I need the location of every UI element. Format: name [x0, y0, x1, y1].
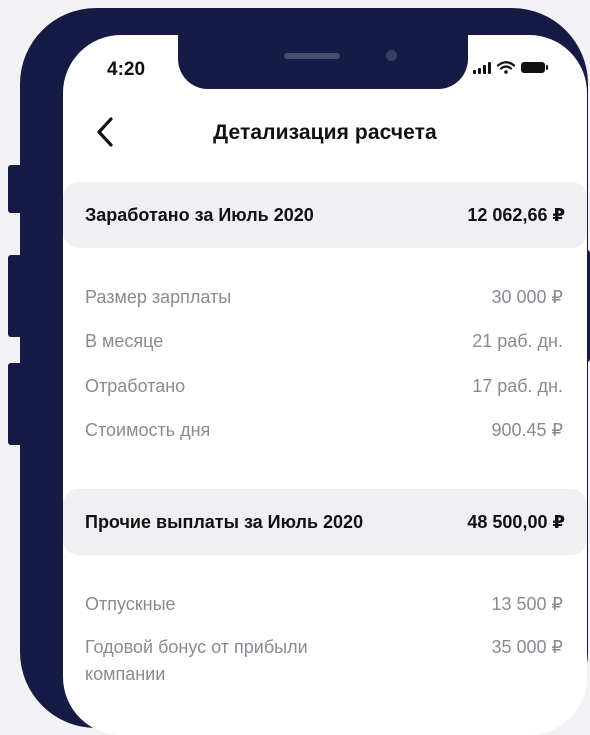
phone-screen: 4:20 Детализация расчета Заработано за И… — [63, 35, 587, 735]
row-label: В месяце — [85, 331, 164, 351]
list-item: Стоимость дня 900.45 ₽ — [85, 417, 563, 444]
row-value: 900.45 ₽ — [491, 420, 563, 440]
row-label: Годовой бонус от прибыли компании — [85, 637, 308, 684]
battery-icon — [521, 62, 548, 73]
row-value: 17 раб. дн. — [472, 376, 563, 396]
row-label: Отработано — [85, 376, 186, 396]
list-item: Размер зарплаты 30 000 ₽ — [85, 284, 563, 311]
front-camera — [386, 50, 397, 61]
row-value: 21 раб. дн. — [472, 331, 563, 351]
other-payments-title: Прочие выплаты за Июль 2020 — [85, 511, 364, 532]
list-item: Отпускные 13 500 ₽ — [85, 591, 563, 618]
row-value: 30 000 ₽ — [491, 287, 563, 307]
wifi-icon — [497, 61, 515, 74]
nav-bar: Детализация расчета — [63, 113, 587, 153]
page-title: Детализация расчета — [213, 121, 437, 144]
earned-section-header: Заработано за Июль 2020 12 062,66 ₽ — [63, 182, 587, 248]
earned-amount: 12 062,66 ₽ — [467, 204, 565, 225]
list-item: Годовой бонус от прибыли компании 35 000… — [85, 634, 563, 688]
list-item: Отработано 17 раб. дн. — [85, 373, 563, 400]
other-payments-amount: 48 500,00 ₽ — [467, 511, 565, 532]
list-item: В месяце 21 раб. дн. — [85, 328, 563, 355]
row-label: Размер зарплаты — [85, 287, 232, 307]
other-payments-section-header: Прочие выплаты за Июль 2020 48 500,00 ₽ — [63, 489, 587, 555]
row-value: 35 000 ₽ — [491, 637, 563, 657]
phone-frame: 4:20 Детализация расчета Заработано за И… — [20, 8, 588, 735]
row-value: 13 500 ₽ — [491, 594, 563, 614]
speaker — [284, 53, 340, 59]
status-time: 4:20 — [107, 59, 146, 80]
row-label: Стоимость дня — [85, 420, 211, 440]
row-label: Отпускные — [85, 594, 176, 614]
signal-icon — [473, 61, 491, 74]
earned-title: Заработано за Июль 2020 — [85, 204, 314, 225]
notch — [178, 35, 468, 89]
status-icons — [473, 61, 548, 74]
